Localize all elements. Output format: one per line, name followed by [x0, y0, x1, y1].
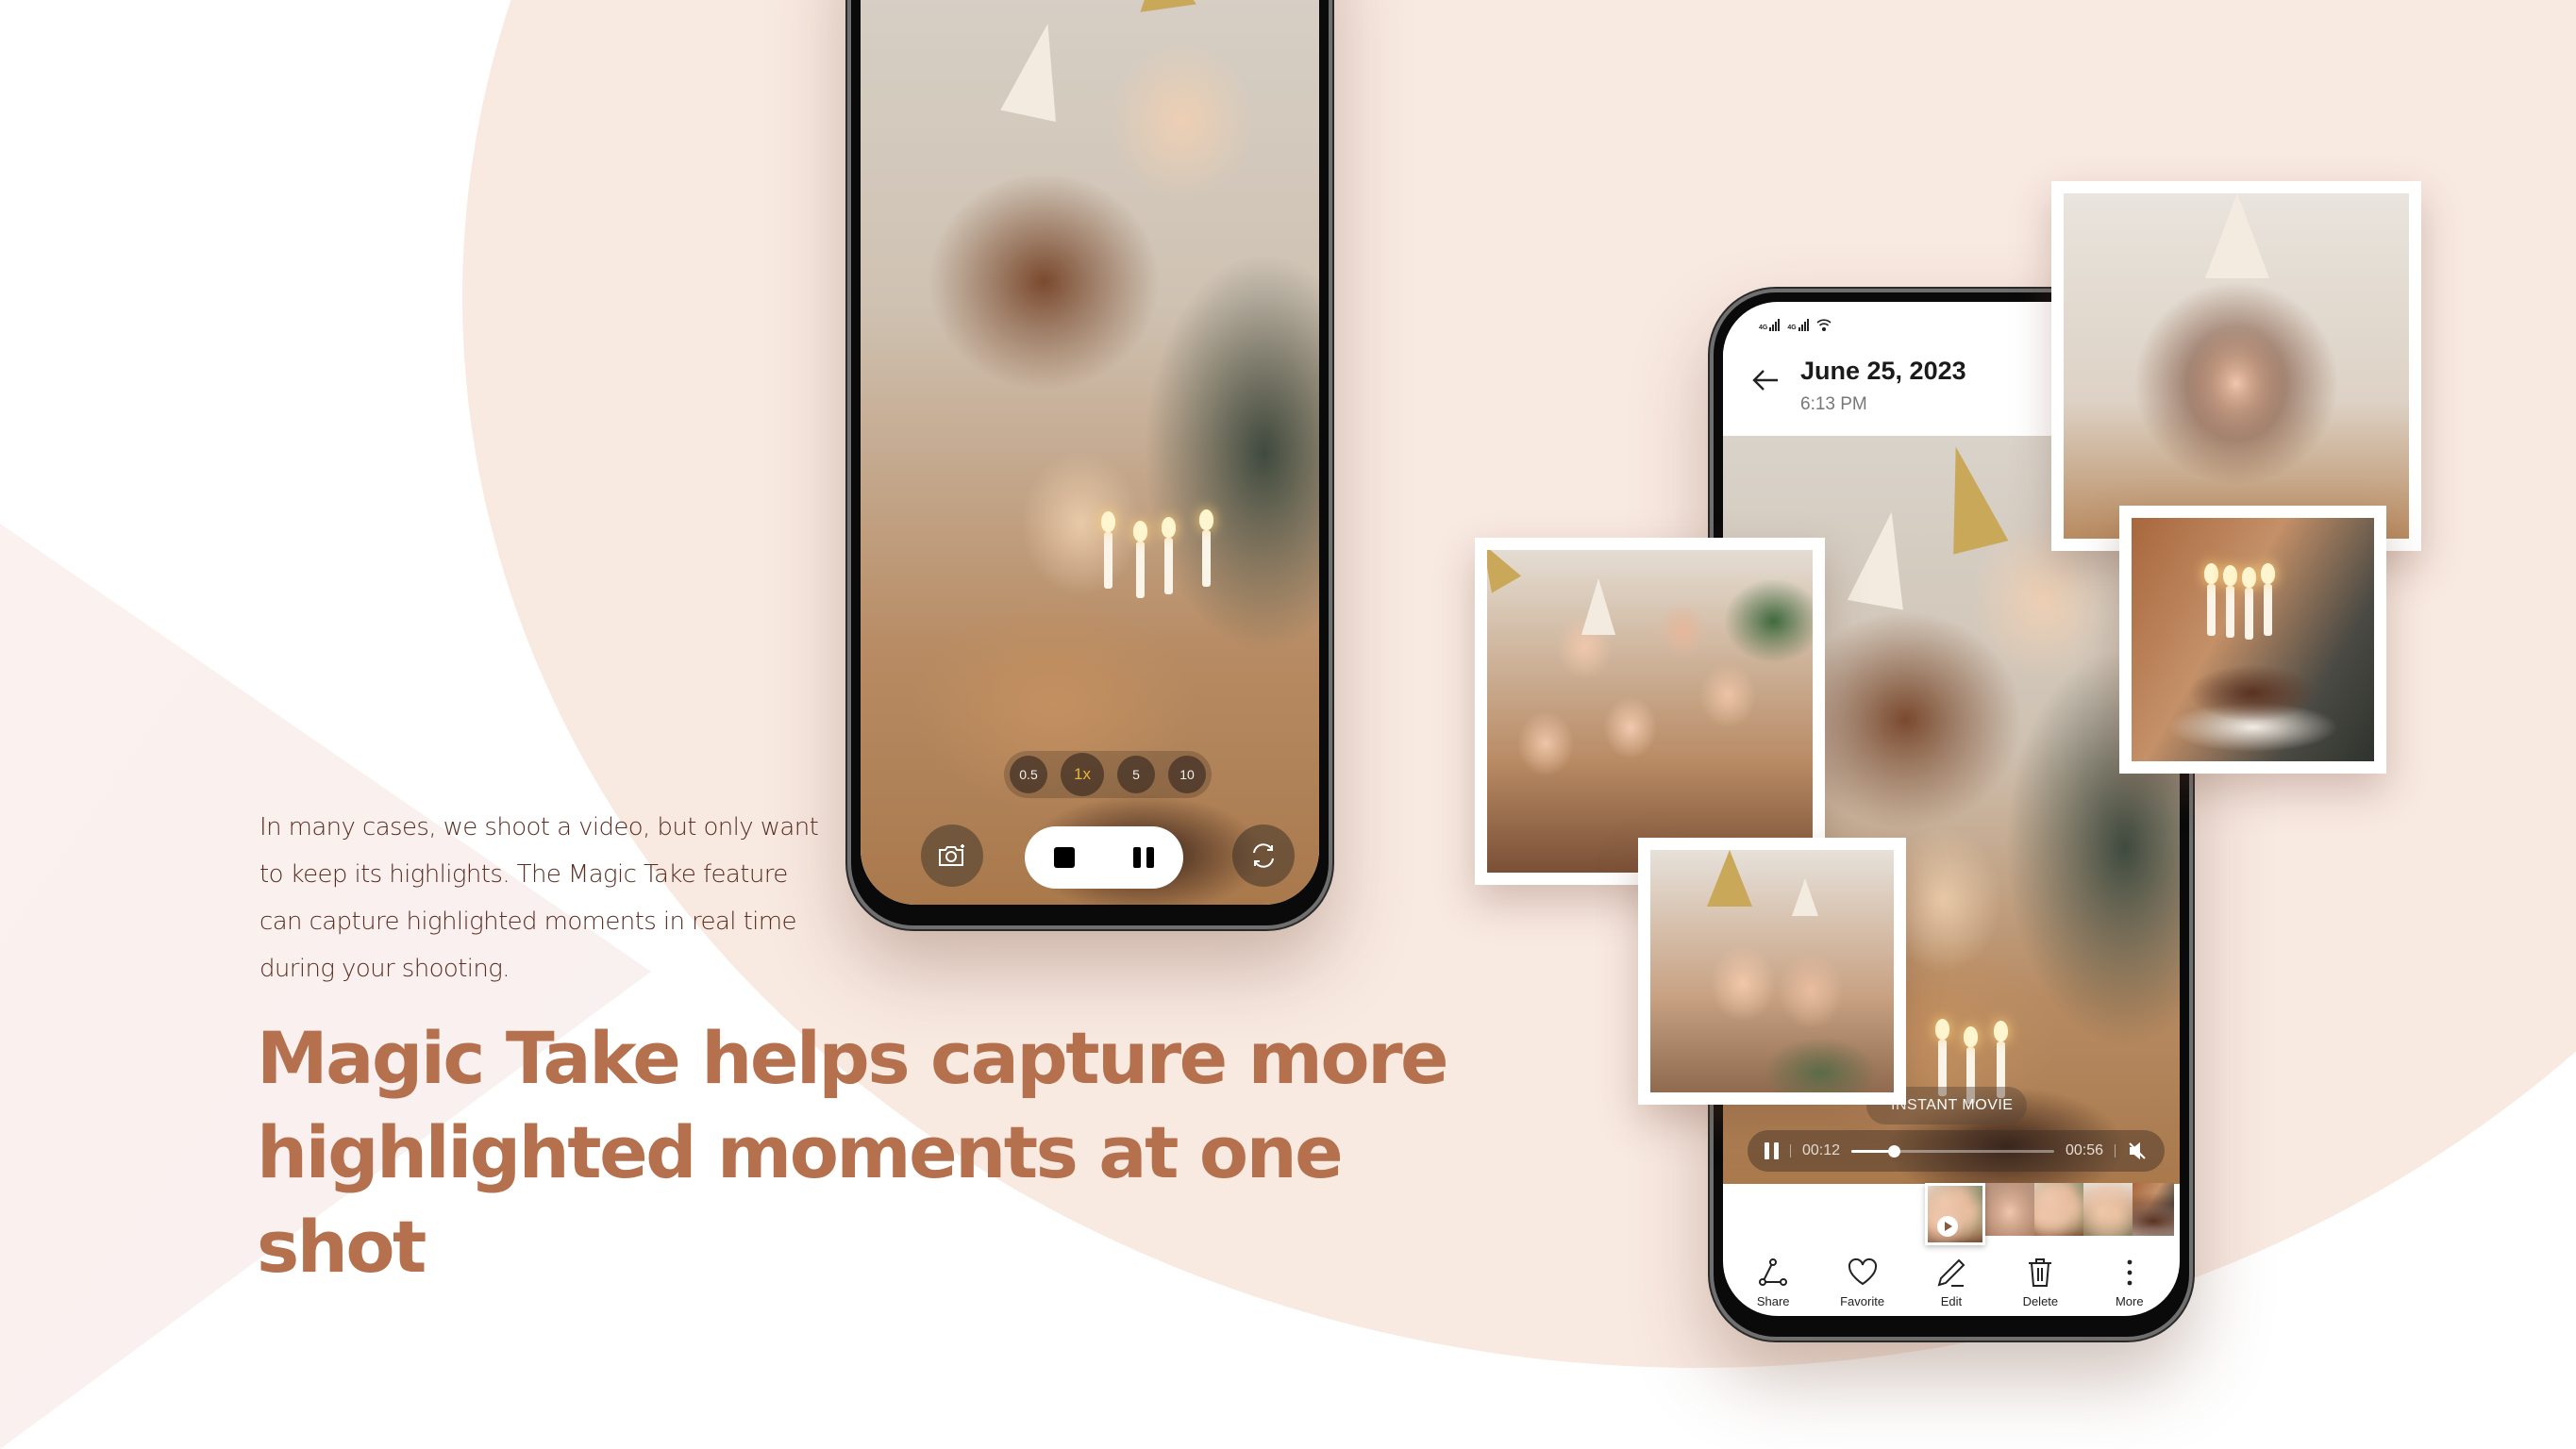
- candle: [1133, 521, 1147, 598]
- share-icon: [1759, 1258, 1788, 1286]
- snapshot-button[interactable]: [921, 824, 983, 887]
- elapsed-time: 00:12: [1802, 1142, 1841, 1158]
- action-bar: Share Favorite Edit Delete More: [1723, 1257, 2180, 1308]
- back-arrow-icon[interactable]: [1749, 364, 1781, 396]
- zoom-option[interactable]: 10: [1168, 756, 1206, 793]
- party-hat: [1581, 578, 1615, 635]
- highlight-photo-cake[interactable]: [2119, 506, 2386, 774]
- filmstrip-thumb[interactable]: [2133, 1183, 2174, 1236]
- candle: [2223, 565, 2237, 638]
- favorite-button[interactable]: Favorite: [1825, 1257, 1900, 1308]
- filmstrip: [1925, 1183, 2174, 1245]
- progress-knob[interactable]: [1888, 1144, 1901, 1158]
- intro-paragraph: In many cases, we shoot a video, but onl…: [259, 813, 819, 983]
- switch-camera-icon: [1253, 843, 1274, 868]
- total-time: 00:56: [2065, 1142, 2103, 1158]
- girl-portrait-image: [2064, 193, 2409, 539]
- party-hat: [1707, 850, 1752, 907]
- candle: [1162, 517, 1176, 594]
- headline: Magic Take helps capture more highlighte…: [257, 1016, 1449, 1289]
- more-button[interactable]: More: [2092, 1257, 2167, 1308]
- pause-icon[interactable]: [1765, 1142, 1779, 1159]
- highlight-photo-girl[interactable]: [2051, 181, 2421, 551]
- candle: [2261, 563, 2275, 636]
- edit-button[interactable]: Edit: [1914, 1257, 1989, 1308]
- mute-icon[interactable]: [2127, 1141, 2148, 1161]
- divider: [1790, 1144, 1791, 1158]
- delete-button[interactable]: Delete: [2002, 1257, 2078, 1308]
- signal-icon: 4G: [1759, 319, 1781, 331]
- photo-date: June 25, 2023: [1800, 357, 1966, 385]
- cake-image: [2132, 518, 2374, 761]
- highlight-photo-family[interactable]: [1475, 538, 1825, 885]
- filmstrip-thumb[interactable]: [1985, 1183, 2034, 1236]
- party-hat: [1487, 550, 1522, 593]
- trash-icon: [2029, 1258, 2052, 1287]
- recording-controls: [1025, 826, 1183, 889]
- wifi-icon: [1816, 319, 1832, 331]
- highlight-photo-hug[interactable]: [1638, 838, 1906, 1105]
- zoom-option[interactable]: 5: [1117, 756, 1155, 793]
- camera-sparkle-icon: [939, 844, 964, 866]
- camera-viewfinder: 0.5 1x 5 10: [861, 0, 1319, 905]
- family-group-image: [1487, 550, 1813, 873]
- party-hat: [2205, 193, 2269, 278]
- filmstrip-thumb[interactable]: [2083, 1183, 2133, 1236]
- switch-camera-button[interactable]: [1232, 824, 1295, 887]
- divider: [2115, 1144, 2116, 1158]
- stop-icon[interactable]: [1054, 847, 1075, 868]
- zoom-option[interactable]: 0.5: [1010, 756, 1047, 793]
- hug-portrait-image: [1650, 850, 1894, 1092]
- share-button[interactable]: Share: [1735, 1257, 1811, 1308]
- candle: [2242, 567, 2256, 640]
- candle: [1101, 511, 1115, 589]
- heart-icon: [1848, 1257, 1877, 1286]
- pause-icon[interactable]: [1133, 847, 1154, 868]
- candle: [1199, 509, 1213, 587]
- candle: [2204, 563, 2218, 636]
- status-bar: 4G 4G: [1759, 319, 1832, 331]
- filmstrip-thumb-video[interactable]: [1925, 1183, 1985, 1245]
- signal-icon: 4G: [1787, 319, 1809, 331]
- camera-phone: 0.5 1x 5 10: [847, 0, 1332, 929]
- zoom-selector: 0.5 1x 5 10: [1004, 751, 1212, 798]
- play-icon: [1937, 1216, 1958, 1237]
- progress-slider[interactable]: [1851, 1144, 2054, 1158]
- photo-time: 6:13 PM: [1800, 394, 1867, 414]
- zoom-option-selected[interactable]: 1x: [1061, 753, 1104, 796]
- video-player-bar: 00:12 00:56: [1748, 1130, 2165, 1172]
- filmstrip-thumb[interactable]: [2034, 1183, 2083, 1236]
- party-hat: [1792, 878, 1818, 916]
- more-vertical-icon: [2127, 1259, 2133, 1286]
- pencil-icon: [1937, 1258, 1965, 1287]
